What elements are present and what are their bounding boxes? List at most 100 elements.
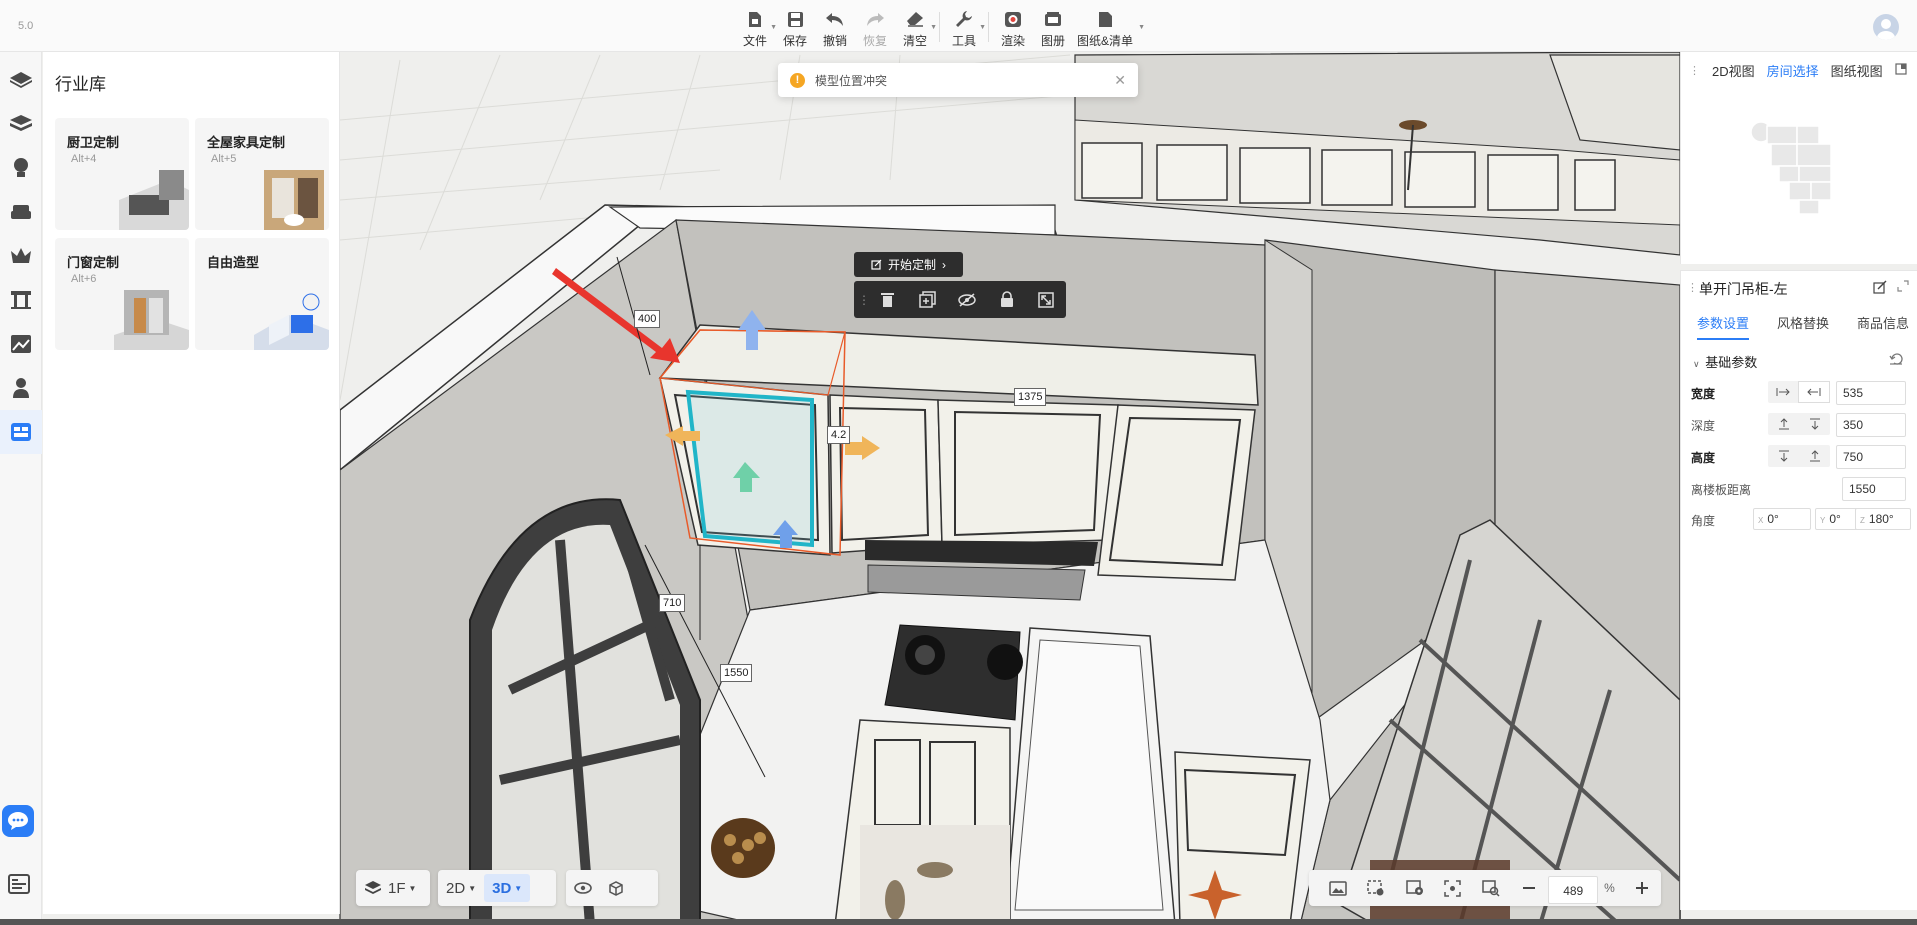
library-card-whole-house[interactable]: 全屋家具定制 Alt+5 [195, 118, 329, 230]
delete-button[interactable] [868, 281, 908, 318]
angle-row: 角度 X 0° Y 0° Z 180° [1681, 508, 1917, 532]
room-minimap[interactable] [1749, 120, 1859, 230]
tools-menu-button[interactable]: 工具 ▼ [944, 8, 986, 49]
rail-item-furniture[interactable] [0, 190, 42, 234]
album-button[interactable]: 图册 [1033, 8, 1073, 49]
anchor-front-icon[interactable] [1799, 413, 1830, 435]
tab-room-select[interactable]: 房间选择 [1767, 61, 1819, 80]
view-3d-button[interactable]: 3D ▼ [484, 874, 531, 902]
lock-icon [1000, 291, 1013, 307]
anchor-bottom-icon[interactable] [1799, 445, 1830, 467]
width-anchor-toggle[interactable] [1768, 381, 1830, 403]
library-card-free-modeling[interactable]: 自由造型 [195, 238, 329, 350]
toolbar-divider [988, 12, 989, 42]
chevron-down-icon: ▼ [930, 24, 937, 31]
wrench-icon [953, 8, 975, 30]
rail-item-floor-plan[interactable] [0, 102, 42, 146]
hide-button[interactable] [947, 281, 987, 318]
zoom-in-button[interactable] [1623, 870, 1661, 906]
zoom-level-input[interactable]: 489 [1548, 876, 1599, 904]
reset-icon[interactable] [1889, 353, 1903, 368]
copy-add-icon [919, 291, 936, 308]
close-icon[interactable]: ✕ [1114, 72, 1126, 89]
file-menu-button[interactable]: 文件 ▼ [735, 8, 777, 49]
zoom-percent-label: % [1604, 881, 1615, 895]
camera-settings-button[interactable] [1395, 870, 1433, 906]
left-icon-rail [0, 52, 42, 925]
door-thumbnail [114, 290, 189, 350]
drag-handle-icon[interactable]: ⋮ [1689, 64, 1700, 77]
visibility-button[interactable] [566, 874, 600, 902]
wardrobe-thumbnail [264, 170, 324, 230]
anchor-back-icon[interactable] [1768, 413, 1799, 435]
undo-icon [824, 8, 846, 30]
lock-button[interactable] [987, 281, 1027, 318]
rail-item-outdoor[interactable] [0, 322, 42, 366]
screenshot-button[interactable] [1319, 870, 1357, 906]
chat-button[interactable] [2, 805, 34, 837]
user-avatar[interactable] [1873, 14, 1899, 40]
minus-icon [1523, 887, 1536, 889]
rail-item-draw-room[interactable] [0, 58, 42, 102]
zoom-out-button[interactable] [1510, 870, 1548, 906]
chevron-right-icon: › [942, 257, 946, 272]
edit-icon[interactable] [1873, 280, 1887, 297]
zoom-region-button[interactable] [1472, 870, 1510, 906]
chevron-down-icon: ▼ [1138, 24, 1145, 31]
basic-params-section[interactable]: ∨ 基础参数 [1693, 352, 1757, 371]
region-select-button[interactable] [1357, 870, 1395, 906]
save-button[interactable]: 保存 [775, 8, 815, 49]
width-input[interactable]: 535 [1836, 381, 1906, 405]
start-customize-button[interactable]: 开始定制 › [854, 252, 963, 277]
anchor-right-icon[interactable] [1798, 381, 1830, 403]
library-card-kitchen-bath[interactable]: 厨卫定制 Alt+4 [55, 118, 189, 230]
display-options [566, 870, 658, 906]
redo-button[interactable]: 恢复 [855, 8, 895, 49]
anchor-left-icon[interactable] [1768, 381, 1798, 403]
popout-icon[interactable] [1895, 62, 1907, 78]
industry-library-panel: 行业库 厨卫定制 Alt+4 全屋家具定制 Alt+5 门窗定制 Alt+6 自… [43, 52, 340, 914]
panel-toggle-button[interactable] [8, 874, 30, 897]
layers-icon [10, 115, 32, 131]
undo-button[interactable]: 撤销 [815, 8, 855, 49]
copy-button[interactable] [908, 281, 948, 318]
depth-row: 深度 350 [1681, 413, 1917, 437]
rail-item-industry-library[interactable] [0, 410, 42, 454]
drawings-list-button[interactable]: 图纸&清单 ▼ [1073, 8, 1145, 49]
rail-item-ceiling[interactable] [0, 278, 42, 322]
render-button[interactable]: 渲染 [993, 8, 1033, 49]
view-2d-button[interactable]: 2D ▼ [438, 874, 484, 902]
column-icon [11, 291, 31, 309]
rail-item-premium[interactable] [0, 234, 42, 278]
clear-button[interactable]: 清空 ▼ [895, 8, 937, 49]
drag-handle-icon[interactable]: ⋮ [1687, 281, 1698, 294]
tab-product-info[interactable]: 商品信息 [1857, 313, 1909, 340]
fit-view-button[interactable] [1434, 870, 1472, 906]
cube-view-button[interactable] [600, 874, 632, 902]
fullscreen-button[interactable] [1026, 281, 1066, 318]
depth-input[interactable]: 350 [1836, 413, 1906, 437]
album-icon [1042, 8, 1064, 30]
floor-distance-input[interactable]: 1550 [1842, 477, 1906, 501]
angle-x-input[interactable]: X 0° [1753, 508, 1811, 530]
floor-selector[interactable]: 1F ▼ [356, 870, 430, 906]
height-row: 高度 750 [1681, 445, 1917, 469]
angle-z-input[interactable]: Z 180° [1855, 508, 1911, 530]
drag-handle-icon[interactable]: ⋮ [858, 293, 870, 307]
anchor-top-icon[interactable] [1768, 445, 1799, 467]
depth-anchor-toggle[interactable] [1768, 413, 1830, 435]
height-input[interactable]: 750 [1836, 445, 1906, 469]
tab-parameters[interactable]: 参数设置 [1697, 313, 1750, 340]
trash-icon [881, 293, 895, 307]
file-icon [744, 8, 766, 30]
tab-style-replace[interactable]: 风格替换 [1777, 313, 1829, 340]
floor-dropdown[interactable]: 1F ▼ [356, 874, 424, 902]
height-anchor-toggle[interactable] [1768, 445, 1830, 467]
rail-item-people[interactable] [0, 366, 42, 410]
tab-drawing-view[interactable]: 图纸视图 [1831, 61, 1883, 80]
expand-icon[interactable] [1897, 280, 1909, 295]
tab-2d-view[interactable]: 2D视图 [1712, 61, 1755, 80]
document-icon [1094, 8, 1116, 30]
library-card-doors-windows[interactable]: 门窗定制 Alt+6 [55, 238, 189, 350]
rail-item-lighting[interactable] [0, 146, 42, 190]
